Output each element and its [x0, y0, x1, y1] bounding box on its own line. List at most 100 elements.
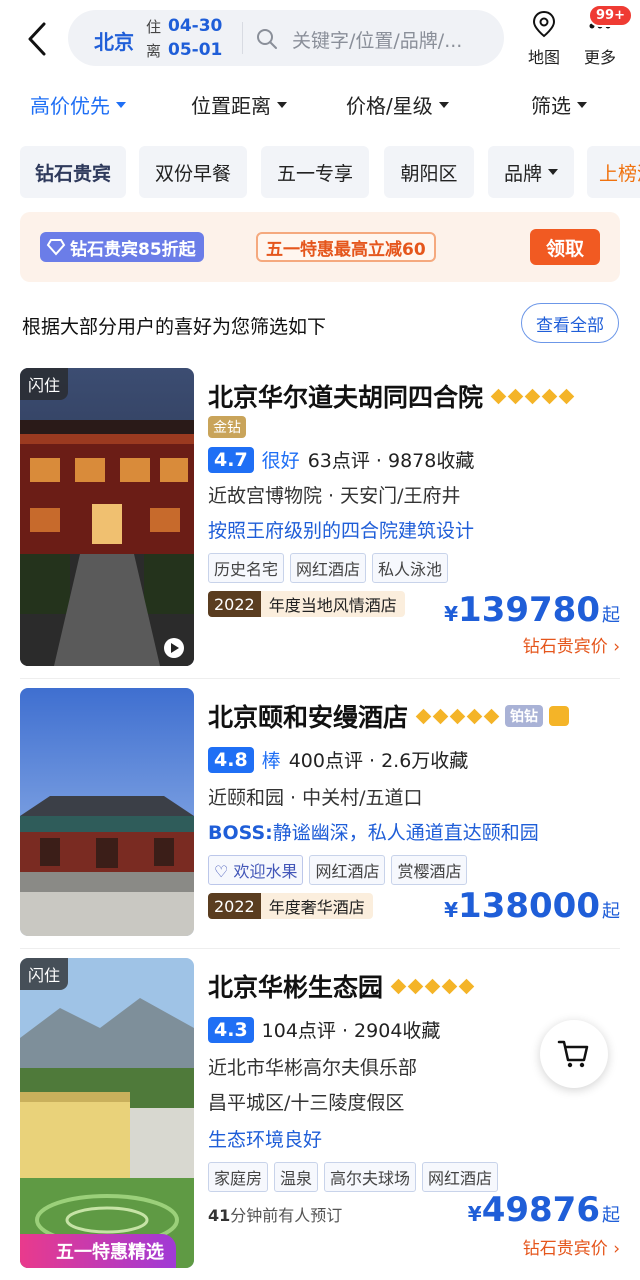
- review-count: 400点评 · 2.6万收藏: [288, 750, 469, 772]
- diamond-rating-icon: [490, 388, 575, 404]
- tag: 温泉: [274, 1162, 319, 1192]
- hotel-price[interactable]: ¥ 139780 起: [444, 590, 620, 630]
- sort-filter[interactable]: 筛选: [531, 90, 587, 119]
- hotel-price[interactable]: ¥ 138000 起: [444, 886, 620, 926]
- chip-brand-label: 品牌: [503, 162, 542, 185]
- hotel-location: 近颐和园 · 中关村/五道口: [208, 787, 423, 809]
- review-count: 63点评 · 9878收藏: [307, 450, 475, 472]
- price-suffix: 起: [602, 901, 620, 922]
- rating-row[interactable]: 4.8 棒 400点评 · 2.6万收藏: [208, 746, 620, 773]
- rating-row[interactable]: 4.7 很好 63点评 · 9878收藏: [208, 446, 620, 473]
- boss-label: BOSS:: [208, 822, 273, 844]
- chip-double-breakfast[interactable]: 双份早餐: [139, 146, 247, 198]
- play-video-icon[interactable]: [164, 638, 184, 658]
- hotel-area: 昌平城区/十三陵度假区: [208, 1092, 405, 1114]
- rating-word: 很好: [261, 450, 300, 472]
- checkin-label: 住: [146, 17, 162, 36]
- price-value: 139780: [458, 590, 600, 630]
- sort-label: 筛选: [531, 94, 571, 118]
- rating-word: 棒: [261, 750, 281, 772]
- search-input[interactable]: 关键字/位置/品牌/...: [292, 26, 492, 53]
- chip-diamond-vip[interactable]: 钻石贵宾: [20, 146, 126, 198]
- price-value: 138000: [458, 886, 600, 926]
- chip-brand[interactable]: 品牌: [488, 146, 574, 198]
- award-badge: 2022 年度奢华酒店: [208, 893, 373, 919]
- claim-button[interactable]: 领取: [530, 229, 600, 265]
- tier-badge: 金钻: [208, 416, 246, 438]
- hotel-location: 近故宫博物院 · 天安门/王府井: [208, 485, 461, 507]
- city-selector[interactable]: 北京: [94, 26, 134, 55]
- hotel-card[interactable]: 闪住 北京华尔道夫胡同四合院 金钻 4.7 很好 63点评 · 9878收藏 近…: [0, 368, 640, 668]
- mayday-ribbon: 五一特惠精选: [20, 1234, 176, 1268]
- tag: ♡ 欢迎水果: [208, 855, 304, 885]
- promo-banner: 钻石贵宾85折起 五一特惠最高立减60 领取: [20, 212, 620, 282]
- hotel-card[interactable]: 北京颐和安缦酒店 铂钻 4.8 棒 400点评 · 2.6万收藏 近颐和园 · …: [0, 688, 640, 938]
- currency: ¥: [444, 602, 459, 626]
- card-divider: [20, 948, 620, 949]
- hotel-tags: 历史名宅 网红酒店 私人泳池: [208, 553, 620, 583]
- thumbs-up-icon: [549, 706, 570, 726]
- hotel-photo[interactable]: 闪住 五一特惠精选: [20, 958, 194, 1268]
- chip-chaoyang[interactable]: 朝阳区: [384, 146, 474, 198]
- review-count: 104点评 · 2904收藏: [261, 1020, 441, 1042]
- quick-filter-chips: 钻石贵宾 双份早餐 五一专享 朝阳区 品牌 上榜酒: [0, 146, 640, 198]
- hotel-card[interactable]: 闪住 五一特惠精选 北京华彬生态园 4.3 104点评 · 2904收藏 近北市…: [0, 958, 640, 1270]
- hotel-name-row: 北京华尔道夫胡同四合院: [208, 378, 620, 414]
- sort-price-star[interactable]: 价格/星级: [346, 90, 449, 119]
- hotel-name: 北京华尔道夫胡同四合院: [208, 383, 484, 412]
- hotel-name-row: 北京颐和安缦酒店 铂钻: [208, 698, 620, 734]
- award-year: 2022: [208, 591, 261, 617]
- mayday-deal-badge: 五一特惠最高立减60: [256, 232, 436, 262]
- back-arrow-icon[interactable]: [20, 20, 54, 58]
- chevron-down-icon: [277, 101, 287, 108]
- heart-diamond-icon: [46, 239, 66, 256]
- checkout-label: 离: [146, 41, 162, 60]
- sort-distance[interactable]: 位置距离: [191, 90, 287, 119]
- tag: 赏樱酒店: [391, 855, 468, 885]
- flash-stay-badge: 闪住: [20, 958, 69, 990]
- hotel-photo[interactable]: [20, 688, 194, 936]
- hotel-photo-image: [20, 688, 194, 936]
- diamond-rating-icon: [390, 978, 475, 994]
- recent-text: 分钟前有人预订: [230, 1206, 343, 1225]
- tag: 历史名宅: [208, 553, 285, 583]
- map-button[interactable]: 地图: [520, 10, 568, 68]
- tag: 私人泳池: [372, 553, 449, 583]
- hotel-photo-image: [20, 368, 194, 666]
- date-selector[interactable]: 住 04-30 离 05-01: [146, 14, 236, 62]
- award-text: 年度奢华酒店: [268, 898, 365, 917]
- hotel-tags: ♡ 欢迎水果 网红酒店 赏樱酒店: [208, 855, 620, 885]
- price-suffix: 起: [602, 1205, 620, 1226]
- vip-discount-text: 钻石贵宾85折起: [70, 239, 196, 260]
- checkout-date: 05-01: [168, 40, 223, 60]
- chip-ranked[interactable]: 上榜酒: [587, 146, 640, 198]
- chip-mayday-special[interactable]: 五一专享: [261, 146, 369, 198]
- hotel-price[interactable]: ¥ 49876 起: [468, 1190, 620, 1230]
- vip-price-link[interactable]: 钻石贵宾价 ›: [523, 632, 620, 657]
- card-divider: [20, 678, 620, 679]
- sort-price-high[interactable]: 高价优先: [30, 90, 126, 119]
- hotel-photo[interactable]: 闪住: [20, 368, 194, 666]
- vip-price-link[interactable]: 钻石贵宾价 ›: [523, 1234, 620, 1259]
- filter-tip: 根据大部分用户的喜好为您筛选如下: [22, 316, 327, 338]
- chevron-down-icon: [116, 101, 126, 108]
- hotel-tags: 家庭房 温泉 高尔夫球场 网红酒店: [208, 1162, 620, 1192]
- hotel-feature: 生态环境良好: [208, 1129, 323, 1151]
- hotel-feature: BOSS:静谧幽深，私人通道直达颐和园: [208, 818, 620, 845]
- hotel-name: 北京华彬生态园: [208, 973, 384, 1002]
- score-badge: 4.7: [208, 446, 254, 473]
- award-text: 年度当地风情酒店: [268, 596, 397, 615]
- map-label: 地图: [527, 48, 560, 67]
- tag: 网红酒店: [290, 553, 367, 583]
- sort-label: 价格/星级: [346, 94, 433, 118]
- cart-button[interactable]: [540, 1020, 608, 1088]
- view-all-button[interactable]: 查看全部: [521, 303, 619, 343]
- tag-label: 欢迎水果: [233, 862, 298, 881]
- price-value: 49876: [481, 1190, 600, 1230]
- hotel-feature-text: 静谧幽深，私人通道直达颐和园: [272, 822, 539, 844]
- checkin-date: 04-30: [168, 16, 223, 36]
- heart-icon: ♡: [214, 862, 234, 881]
- sort-label: 位置距离: [191, 94, 271, 118]
- award-year: 2022: [208, 893, 261, 919]
- tag: 高尔夫球场: [324, 1162, 417, 1192]
